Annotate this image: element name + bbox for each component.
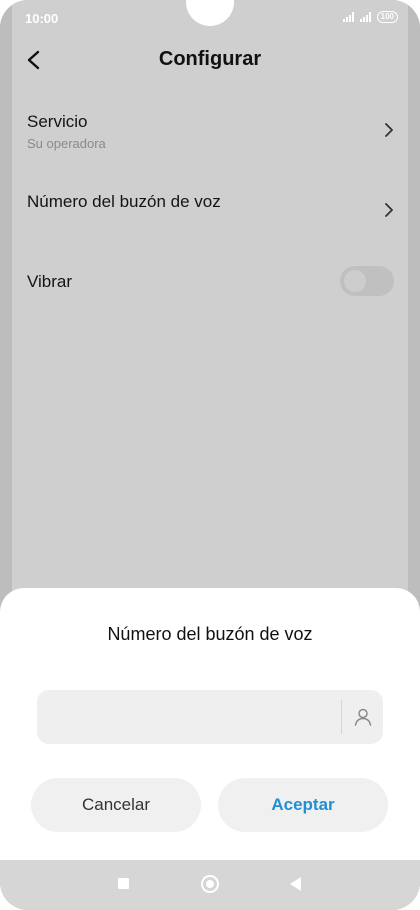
status-bar: 10:00 100 xyxy=(0,0,420,36)
camera-notch xyxy=(186,0,234,26)
chevron-right-icon xyxy=(385,203,393,217)
nav-home-icon[interactable] xyxy=(201,875,219,893)
settings-item-service[interactable]: Servicio Su operadora xyxy=(0,110,420,158)
voicemail-number-title: Número del buzón de voz xyxy=(27,192,221,211)
device-frame: 10:00 100 Configurar Servicio Su operado… xyxy=(0,0,420,910)
chevron-right-icon xyxy=(385,123,393,137)
vibrate-title: Vibrar xyxy=(27,272,73,291)
cancel-button[interactable]: Cancelar xyxy=(31,778,201,832)
page-title: Configurar xyxy=(158,48,262,70)
toggle-knob xyxy=(344,270,366,292)
service-title: Servicio xyxy=(27,112,88,131)
nav-back-icon[interactable] xyxy=(290,877,301,891)
header: Configurar xyxy=(0,38,420,82)
status-icons: 100 xyxy=(342,11,398,23)
field-divider xyxy=(341,700,342,734)
contact-picker-button[interactable] xyxy=(351,705,375,729)
battery-icon: 100 xyxy=(376,11,398,23)
nav-recents-icon[interactable] xyxy=(118,878,129,889)
vibrate-toggle[interactable] xyxy=(340,266,394,296)
voicemail-dialog: Número del buzón de voz Cancelar Aceptar xyxy=(0,588,420,860)
signal-icon xyxy=(359,12,371,22)
voicemail-number-field xyxy=(37,690,383,744)
navigation-bar xyxy=(0,860,420,910)
settings-item-voicemail-number[interactable]: Número del buzón de voz xyxy=(0,190,420,230)
voicemail-number-input[interactable] xyxy=(37,690,337,744)
dialog-title: Número del buzón de voz xyxy=(107,624,313,644)
service-subtitle: Su operadora xyxy=(27,136,106,151)
signal-icon xyxy=(342,12,354,22)
accept-button[interactable]: Aceptar xyxy=(218,778,388,832)
status-time: 10:00 xyxy=(25,11,59,26)
settings-item-vibrate: Vibrar xyxy=(0,266,420,298)
contact-icon xyxy=(354,708,372,726)
